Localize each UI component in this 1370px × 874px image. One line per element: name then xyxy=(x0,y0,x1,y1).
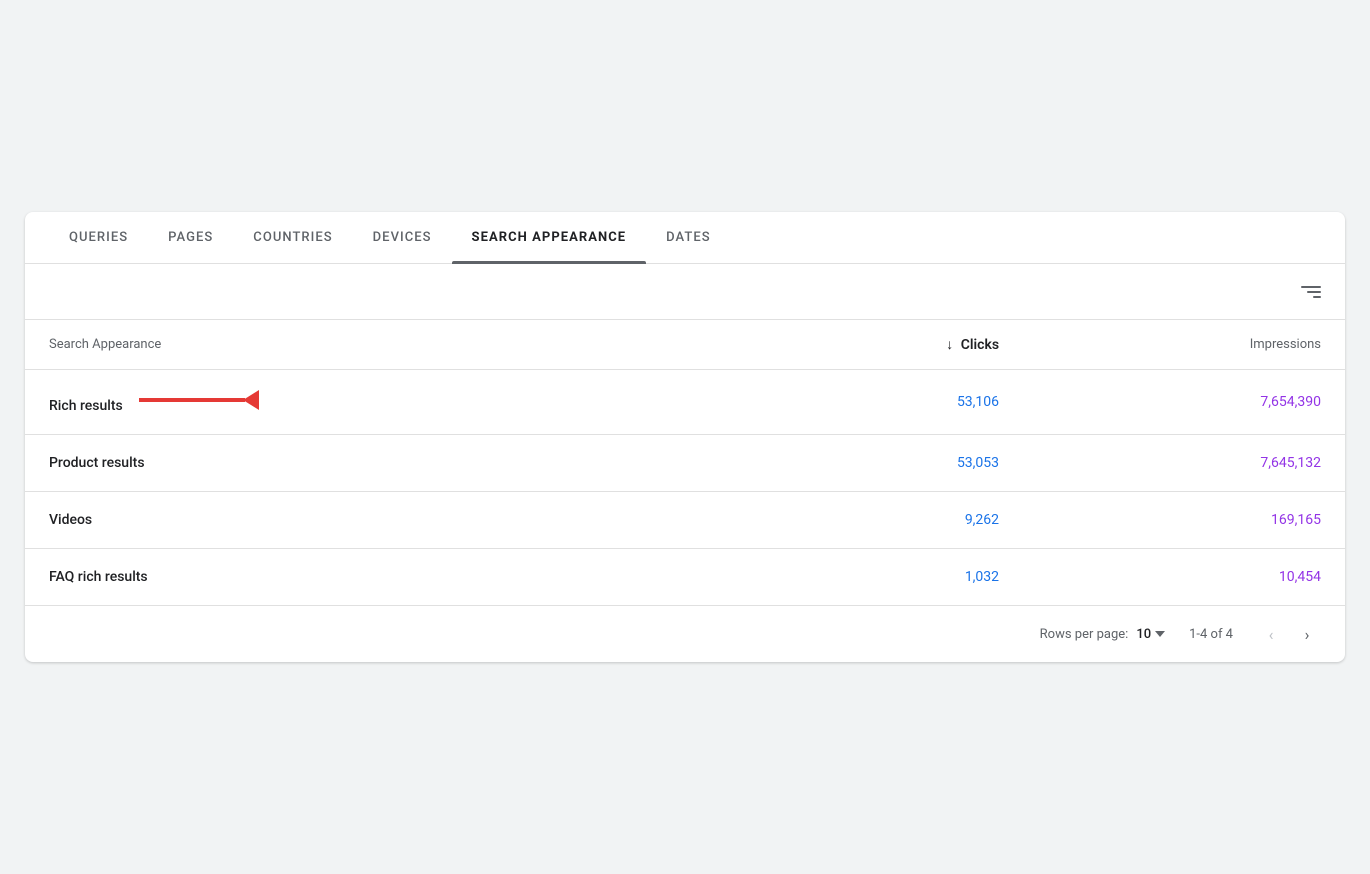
rows-per-page-value: 10 xyxy=(1136,627,1151,642)
tab-countries[interactable]: COUNTRIES xyxy=(233,212,352,263)
red-arrow-annotation xyxy=(139,390,259,410)
rows-per-page-label: Rows per page: xyxy=(1040,627,1129,642)
main-card: QUERIES PAGES COUNTRIES DEVICES SEARCH A… xyxy=(25,212,1345,662)
tab-search-appearance[interactable]: SEARCH APPEARANCE xyxy=(452,212,647,263)
col-header-name: Search Appearance xyxy=(25,320,751,370)
rows-per-page-select[interactable]: 10 xyxy=(1136,627,1165,642)
table-row: Videos9,262169,165 xyxy=(25,492,1345,549)
col-header-clicks[interactable]: ↓ Clicks xyxy=(751,320,1023,370)
tab-pages[interactable]: PAGES xyxy=(148,212,233,263)
next-page-button[interactable]: › xyxy=(1293,620,1321,648)
pagination-nav: ‹ › xyxy=(1257,620,1321,648)
table-row: Rich results53,1067,654,390 xyxy=(25,370,1345,435)
cell-clicks: 9,262 xyxy=(751,492,1023,549)
cell-clicks: 1,032 xyxy=(751,549,1023,606)
tab-devices[interactable]: DEVICES xyxy=(353,212,452,263)
cell-clicks: 53,106 xyxy=(751,370,1023,435)
pagination-info: 1-4 of 4 xyxy=(1189,627,1233,642)
cell-impressions: 169,165 xyxy=(1023,492,1345,549)
tab-bar: QUERIES PAGES COUNTRIES DEVICES SEARCH A… xyxy=(25,212,1345,264)
tab-queries[interactable]: QUERIES xyxy=(49,212,148,263)
rows-per-page: Rows per page: 10 xyxy=(1040,627,1165,642)
cell-name: FAQ rich results xyxy=(25,549,751,606)
cell-clicks: 53,053 xyxy=(751,435,1023,492)
tab-dates[interactable]: DATES xyxy=(646,212,731,263)
prev-page-button[interactable]: ‹ xyxy=(1257,620,1285,648)
cell-name: Product results xyxy=(25,435,751,492)
table-row: Product results53,0537,645,132 xyxy=(25,435,1345,492)
table-row: FAQ rich results1,03210,454 xyxy=(25,549,1345,606)
cell-impressions: 7,645,132 xyxy=(1023,435,1345,492)
data-table: Search Appearance ↓ Clicks Impressions R… xyxy=(25,320,1345,605)
chevron-down-icon xyxy=(1155,631,1165,637)
red-arrow-icon xyxy=(139,390,259,410)
cell-impressions: 7,654,390 xyxy=(1023,370,1345,435)
table-footer: Rows per page: 10 1-4 of 4 ‹ › xyxy=(25,605,1345,662)
filter-bar xyxy=(25,264,1345,320)
sort-down-arrow: ↓ xyxy=(946,336,953,353)
cell-name: Rich results xyxy=(25,370,751,435)
cell-impressions: 10,454 xyxy=(1023,549,1345,606)
cell-name: Videos xyxy=(25,492,751,549)
filter-icon[interactable] xyxy=(1301,286,1321,298)
col-header-impressions: Impressions xyxy=(1023,320,1345,370)
